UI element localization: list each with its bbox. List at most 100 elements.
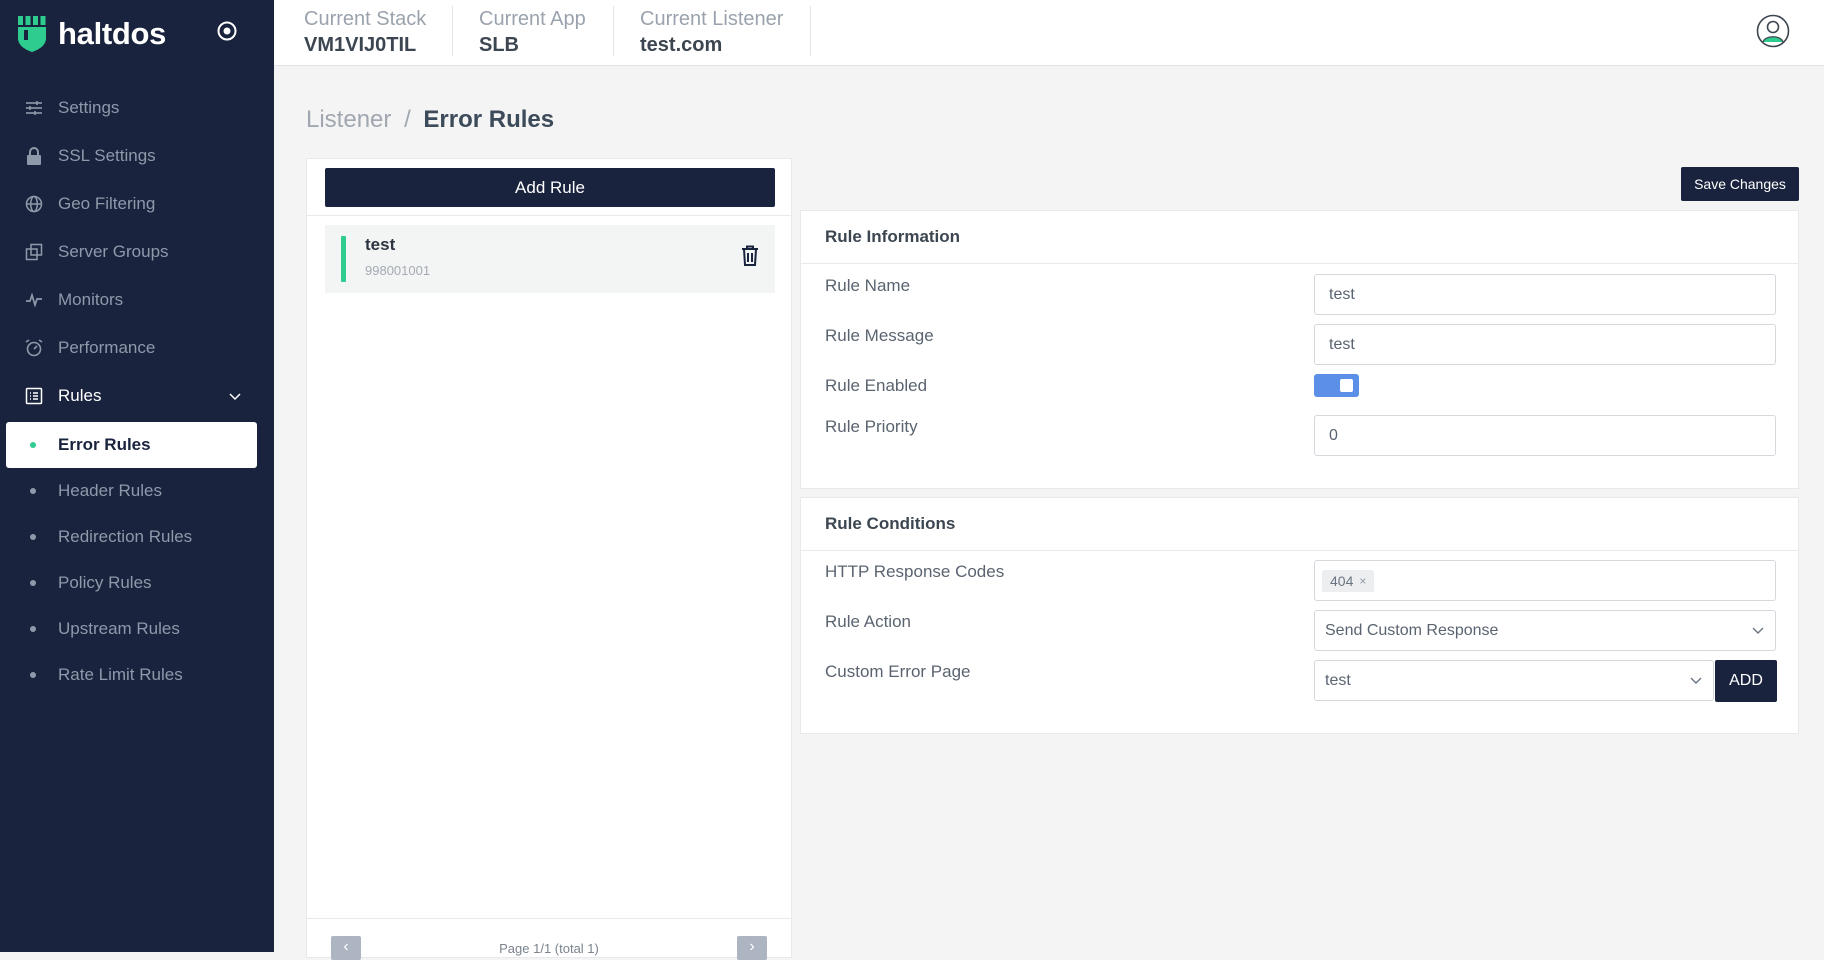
sidebar-subitem-policy-rules[interactable]: Policy Rules (0, 560, 274, 606)
http-codes-row: HTTP Response Codes 404 × (801, 560, 1798, 601)
chevron-down-icon (1751, 622, 1765, 640)
breadcrumb-separator: / (404, 106, 411, 133)
bullet-icon (30, 488, 36, 494)
sidebar-subitem-upstream-rules[interactable]: Upstream Rules (0, 606, 274, 652)
sidebar-item-rules[interactable]: Rules (0, 372, 274, 420)
current-listener-label: Current Listener (640, 8, 784, 30)
bullet-icon (30, 672, 36, 678)
sidebar-subitem-rate-limit-rules[interactable]: Rate Limit Rules (0, 652, 274, 698)
sidebar-subitem-label: Header Rules (58, 481, 162, 500)
rules-submenu: Error Rules Header Rules Redirection Rul… (0, 422, 274, 698)
divider (810, 6, 811, 56)
sidebar-item-ssl-settings[interactable]: SSL Settings (0, 132, 274, 180)
sidebar-subitem-header-rules[interactable]: Header Rules (0, 468, 274, 514)
card-title: Rule Conditions (801, 498, 1798, 551)
divider (307, 215, 791, 216)
sidebar-subitem-redirection-rules[interactable]: Redirection Rules (0, 514, 274, 560)
brand-name: haltdos (58, 16, 167, 51)
sidebar-subitem-error-rules[interactable]: Error Rules (6, 422, 257, 468)
add-rule-button[interactable]: Add Rule (325, 168, 775, 207)
breadcrumb: Listener / Error Rules (306, 106, 554, 134)
rule-enabled-row: Rule Enabled (801, 374, 1798, 414)
next-page-button[interactable]: › (737, 936, 767, 960)
card-title: Rule Information (801, 211, 1798, 264)
sidebar-collapse-icon[interactable] (216, 20, 238, 47)
pagination-text: Page 1/1 (total 1) (499, 941, 599, 956)
current-stack-value: VM1VIJ0TIL (304, 34, 417, 56)
toggle-knob (1340, 379, 1353, 392)
rule-message-row: Rule Message (801, 324, 1798, 365)
rule-conditions-card: Rule Conditions HTTP Response Codes 404 … (800, 497, 1799, 734)
rule-list-item[interactable]: test 998001001 (325, 225, 775, 293)
current-app-label: Current App (479, 8, 586, 30)
rule-message-label: Rule Message (825, 326, 934, 345)
sidebar-subitem-label: Upstream Rules (58, 619, 180, 638)
rule-priority-row: Rule Priority (801, 415, 1798, 456)
rule-action-value: Send Custom Response (1325, 621, 1499, 639)
divider (452, 6, 453, 56)
remove-tag-icon[interactable]: × (1359, 574, 1366, 588)
chevron-down-icon (228, 386, 242, 406)
rule-information-card: Rule Information Rule Name Rule Message … (800, 210, 1799, 489)
globe-icon (24, 194, 44, 214)
sliders-icon (24, 98, 44, 118)
sidebar-item-performance[interactable]: Performance (0, 324, 274, 372)
sidebar-subitem-label: Policy Rules (58, 573, 152, 592)
lock-icon (24, 146, 44, 166)
rule-message-input[interactable] (1314, 324, 1776, 365)
save-changes-button[interactable]: Save Changes (1681, 167, 1799, 201)
bullet-icon (30, 534, 36, 540)
rule-action-select[interactable]: Send Custom Response (1314, 610, 1776, 651)
sidebar-subitem-label: Error Rules (58, 435, 151, 454)
user-avatar-icon[interactable] (1756, 14, 1790, 53)
add-error-page-button[interactable]: ADD (1715, 660, 1777, 702)
trash-icon[interactable] (741, 245, 759, 272)
sidebar-subitem-label: Redirection Rules (58, 527, 193, 546)
code-tag-value: 404 (1330, 572, 1354, 589)
custom-error-page-row: Custom Error Page test ADD (801, 660, 1798, 702)
sidebar-item-label: Geo Filtering (58, 194, 156, 213)
pulse-icon (24, 290, 44, 310)
rule-item-id: 998001001 (365, 263, 431, 278)
sidebar-item-label: Server Groups (58, 242, 169, 261)
current-listener[interactable]: Current Listener test.com (640, 6, 783, 56)
sidebar-item-server-groups[interactable]: Server Groups (0, 228, 274, 276)
http-codes-label: HTTP Response Codes (825, 562, 1005, 581)
rule-action-label: Rule Action (825, 612, 911, 631)
current-app-value: SLB (479, 34, 519, 56)
breadcrumb-parent[interactable]: Listener (306, 106, 391, 133)
list-icon (24, 386, 44, 406)
rule-enabled-toggle[interactable] (1314, 374, 1359, 397)
speedometer-icon (24, 338, 44, 358)
active-indicator (341, 236, 346, 282)
rule-name-row: Rule Name (801, 274, 1798, 315)
logo[interactable]: haltdos (16, 14, 166, 54)
rule-action-row: Rule Action Send Custom Response (801, 610, 1798, 651)
rule-priority-input[interactable] (1314, 415, 1776, 456)
chevron-down-icon (1689, 672, 1703, 690)
sidebar-subitem-label: Rate Limit Rules (58, 665, 183, 684)
topbar: Current Stack VM1VIJ0TIL Current App SLB… (274, 0, 1824, 66)
page-title: Error Rules (423, 106, 555, 133)
current-stack-label: Current Stack (304, 8, 427, 30)
http-codes-input[interactable]: 404 × (1314, 560, 1776, 601)
current-stack[interactable]: Current Stack VM1VIJ0TIL (304, 6, 426, 56)
sidebar-item-monitors[interactable]: Monitors (0, 276, 274, 324)
rule-item-name: test (365, 235, 396, 254)
bullet-icon (30, 442, 36, 448)
current-app[interactable]: Current App SLB (479, 6, 586, 56)
divider (307, 918, 791, 919)
bullet-icon (30, 580, 36, 586)
custom-error-page-label: Custom Error Page (825, 662, 971, 681)
sidebar-item-label: Settings (58, 98, 120, 117)
custom-error-page-select[interactable]: test (1314, 660, 1714, 701)
custom-error-page-value: test (1325, 671, 1351, 689)
sidebar-item-settings[interactable]: Settings (0, 84, 274, 132)
stack-icon (24, 242, 44, 262)
sidebar-item-geo-filtering[interactable]: Geo Filtering (0, 180, 274, 228)
sidebar: haltdos Settings SSL Settings Geo Filter… (0, 0, 274, 952)
sidebar-item-label: Monitors (58, 290, 124, 309)
sidebar-item-label: Performance (58, 338, 156, 357)
rule-enabled-label: Rule Enabled (825, 376, 928, 395)
rule-name-input[interactable] (1314, 274, 1776, 315)
